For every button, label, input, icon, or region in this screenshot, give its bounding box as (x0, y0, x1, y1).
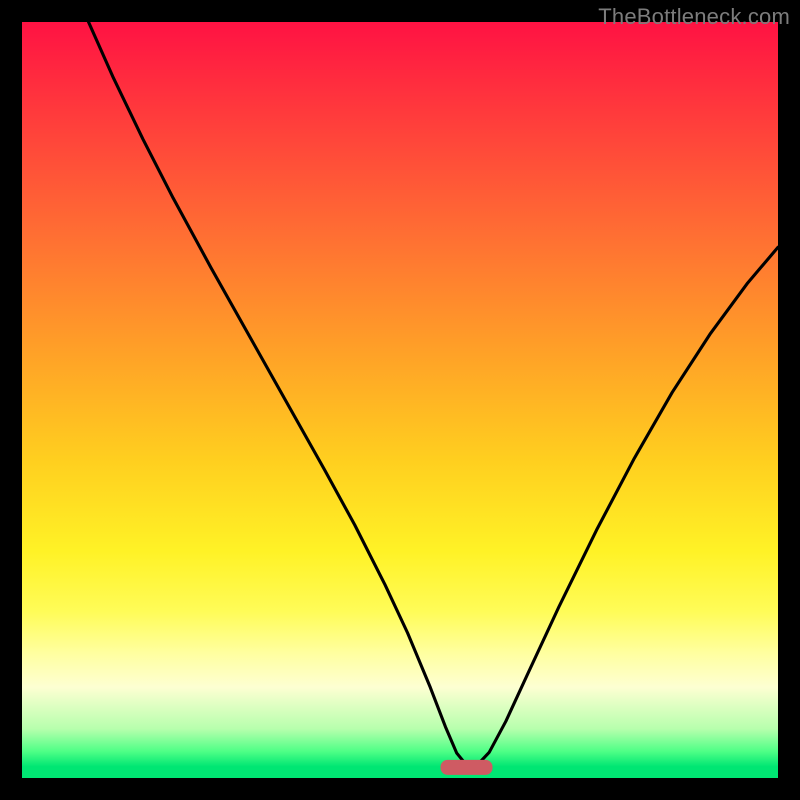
gradient-background (22, 22, 778, 778)
watermark-text: TheBottleneck.com (598, 4, 790, 30)
chart-frame: TheBottleneck.com (0, 0, 800, 800)
plot-area (22, 22, 778, 778)
optimal-marker (441, 760, 493, 775)
chart-svg (22, 22, 778, 778)
